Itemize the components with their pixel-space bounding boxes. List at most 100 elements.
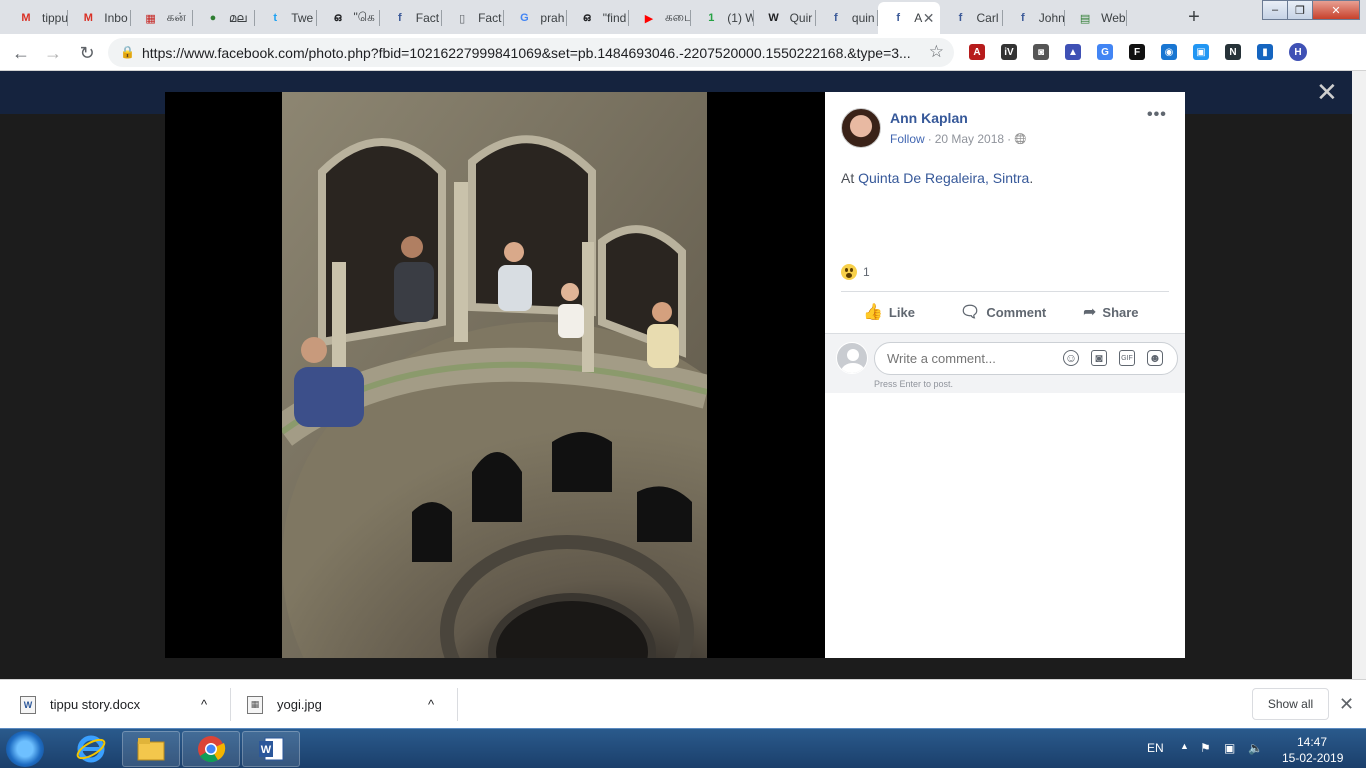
meta-separator: · xyxy=(1007,132,1012,146)
author-name[interactable]: Ann Kaplan xyxy=(890,110,968,126)
action-center-flag-icon[interactable]: ⚑ xyxy=(1200,741,1211,755)
image-extension-icon[interactable]: ▲ xyxy=(1065,44,1081,60)
download-options-chevron-icon[interactable]: ^ xyxy=(428,680,434,729)
comment-composer: ☺ ◙ GIF ☻ Press Enter to post. xyxy=(825,333,1185,393)
f-extension-icon[interactable]: F xyxy=(1129,44,1145,60)
download-item-docx[interactable]: W tippu story.docx xyxy=(20,680,140,729)
meta-separator: · xyxy=(927,132,932,146)
tab-label: "find xyxy=(602,11,627,25)
browser-tab[interactable]: ഒ "find xyxy=(567,2,629,34)
tab-label: (1) W xyxy=(727,11,754,25)
input-language-indicator[interactable]: EN xyxy=(1147,741,1164,755)
tab-label: prah xyxy=(540,11,565,25)
pdf-extension-icon[interactable]: A xyxy=(969,44,985,60)
download-filename: yogi.jpg xyxy=(277,697,322,712)
photo-stage xyxy=(165,92,825,658)
bookmark-star-icon[interactable]: ☆ xyxy=(929,42,944,62)
comment-button[interactable]: 🗨 Comment xyxy=(960,300,1046,324)
forward-button[interactable]: → xyxy=(40,40,66,66)
tab-label: Quir xyxy=(789,11,813,25)
follow-link[interactable]: Follow xyxy=(890,132,925,146)
browser-tab[interactable]: ▶ கடை xyxy=(629,2,692,34)
post-photo[interactable] xyxy=(282,92,707,658)
address-bar[interactable]: 🔒 https://www.facebook.com/photo.php?fbi… xyxy=(108,38,954,67)
bookmark-extension-icon[interactable]: ▮ xyxy=(1257,44,1273,60)
translate-extension-icon[interactable]: G xyxy=(1097,44,1113,60)
current-user-avatar xyxy=(836,342,868,374)
back-button[interactable]: ← xyxy=(8,40,34,66)
browser-tab[interactable]: 1 (1) W xyxy=(691,2,754,34)
youtube-icon: ▶ xyxy=(644,12,654,25)
download-item-jpg[interactable]: ▦ yogi.jpg xyxy=(247,680,322,729)
show-all-downloads-button[interactable]: Show all xyxy=(1252,688,1329,720)
whatsapp-icon: 1 xyxy=(708,12,715,24)
browser-tab[interactable]: Mtippu xyxy=(6,2,69,34)
more-options-icon[interactable]: ••• xyxy=(1147,106,1167,124)
emoji-icon[interactable]: ☺ xyxy=(1063,350,1079,366)
close-photo-viewer-icon[interactable]: ✕ xyxy=(1316,79,1338,105)
place-link[interactable]: Quinta De Regaleira, Sintra xyxy=(858,170,1029,186)
share-button[interactable]: ➦ Share xyxy=(1083,300,1139,324)
gif-icon[interactable]: GIF xyxy=(1119,350,1135,366)
browser-tab[interactable]: f Fact xyxy=(380,2,443,34)
browser-tab[interactable]: f John xyxy=(1003,2,1066,34)
browser-tab[interactable]: f Carl xyxy=(941,2,1003,34)
wow-reaction-icon xyxy=(841,264,857,280)
author-avatar[interactable] xyxy=(841,108,881,148)
internet-explorer-icon[interactable] xyxy=(62,731,120,767)
browser-tab[interactable]: f quin xyxy=(816,2,879,34)
browser-tab[interactable]: ഒ "கெ xyxy=(318,2,380,34)
gmail-icon: M xyxy=(83,12,93,24)
microsoft-word-icon[interactable]: W xyxy=(242,731,300,767)
browser-tab[interactable]: ▯ Fact xyxy=(442,2,505,34)
browser-tab[interactable]: f A ✕ xyxy=(878,2,941,34)
clock-time[interactable]: 14:47 xyxy=(1297,735,1327,749)
windows-start-button[interactable] xyxy=(6,731,44,767)
reactions-summary[interactable]: 1 xyxy=(841,264,870,280)
browser-tab[interactable]: ▦ கன் xyxy=(131,2,193,34)
like-button[interactable]: 👍 Like xyxy=(863,300,915,324)
malayalam-icon: ഒ xyxy=(333,11,342,24)
browser-tab[interactable]: W Quir xyxy=(754,2,816,34)
show-hidden-icons-icon[interactable]: ▲ xyxy=(1180,741,1189,751)
n-extension-icon[interactable]: N xyxy=(1225,44,1241,60)
svg-text:W: W xyxy=(261,744,272,756)
facebook-icon: f xyxy=(397,12,402,24)
globe-icon: 🌐 xyxy=(1014,133,1027,145)
reload-button[interactable]: ↻ xyxy=(74,40,100,66)
url-text[interactable]: https://www.facebook.com/photo.php?fbid=… xyxy=(142,45,911,61)
initiation-well-photo xyxy=(282,92,707,658)
globe-icon: ● xyxy=(209,12,217,24)
page-scrollbar[interactable] xyxy=(1352,71,1366,679)
target-extension-icon[interactable]: ◉ xyxy=(1161,44,1177,60)
document-icon: ▯ xyxy=(459,12,466,25)
close-tab-icon[interactable]: ✕ xyxy=(923,10,935,27)
close-window-button[interactable]: ✕ xyxy=(1312,0,1360,20)
browser-tab[interactable]: ● മല xyxy=(193,2,256,34)
file-explorer-icon[interactable] xyxy=(122,731,180,767)
browser-tab[interactable]: t Twe xyxy=(255,2,318,34)
window-extension-icon[interactable]: ▣ xyxy=(1193,44,1209,60)
sticker-icon[interactable]: ☻ xyxy=(1147,350,1163,366)
speech-bubble-icon: 🗨 xyxy=(960,304,981,321)
chrome-icon[interactable] xyxy=(182,731,240,767)
network-icon[interactable]: ▣ xyxy=(1224,741,1235,755)
close-downloads-bar-icon[interactable]: ✕ xyxy=(1339,694,1354,715)
camera-extension-icon[interactable]: ◙ xyxy=(1033,44,1049,60)
download-filename: tippu story.docx xyxy=(50,697,141,712)
browser-tab[interactable]: M Inbo xyxy=(68,2,131,34)
profile-avatar-icon[interactable]: H xyxy=(1289,43,1307,61)
tab-label: A xyxy=(914,11,923,25)
clock-date[interactable]: 15-02-2019 xyxy=(1282,751,1343,765)
tab-label: quin xyxy=(851,11,875,25)
volume-icon[interactable]: 🔈 xyxy=(1248,741,1263,755)
minimize-window-button[interactable]: – xyxy=(1262,0,1288,20)
maximize-window-button[interactable]: ❐ xyxy=(1287,0,1313,20)
browser-tab[interactable]: ▤ Web xyxy=(1065,2,1128,34)
download-options-chevron-icon[interactable]: ^ xyxy=(201,680,207,729)
invid-extension-icon[interactable]: iV xyxy=(1001,44,1017,60)
camera-icon[interactable]: ◙ xyxy=(1091,350,1107,366)
new-tab-button[interactable]: + xyxy=(1180,5,1208,29)
post-date[interactable]: 20 May 2018 xyxy=(935,132,1004,146)
browser-tab[interactable]: Gprah xyxy=(504,2,567,34)
